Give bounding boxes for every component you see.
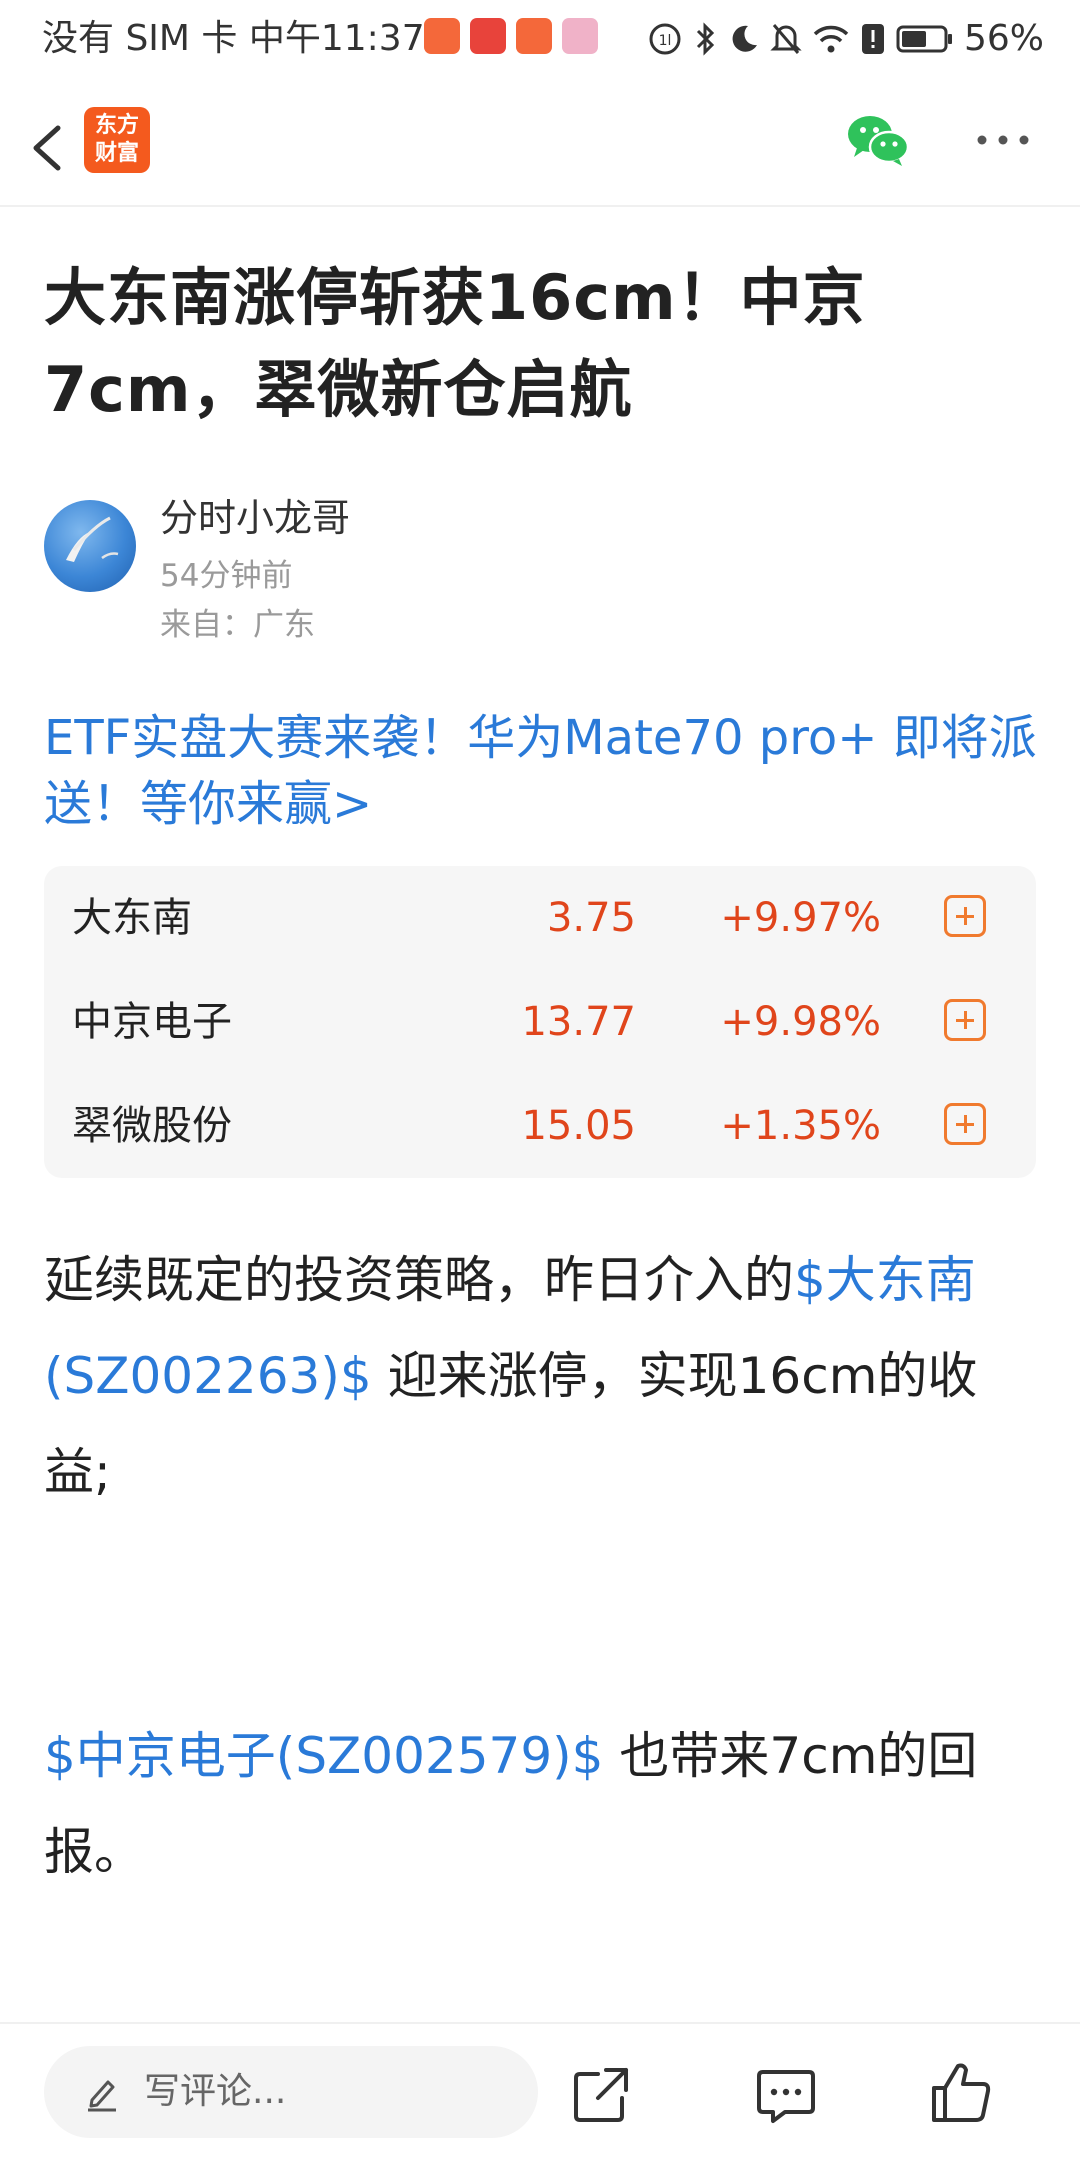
pencil-icon xyxy=(88,2080,116,2112)
comment-bubble-icon xyxy=(757,2070,815,2123)
stock-row[interactable]: 中京电子 13.77 +9.98% xyxy=(44,970,1036,1074)
stock-price: 15.05 xyxy=(521,1103,636,1149)
share-icon xyxy=(574,2068,628,2122)
wechat-icon xyxy=(848,116,910,166)
comment-input[interactable]: 写评论... xyxy=(44,2046,538,2138)
comment-placeholder: 写评论... xyxy=(144,2071,287,2112)
do-not-disturb-moon-icon xyxy=(732,25,757,52)
more-dots-icon xyxy=(977,135,1029,145)
bottom-action-bar: 写评论... xyxy=(0,2022,1080,2162)
status-bar: 没有 SIM 卡 中午11:37 1l 56% xyxy=(0,0,1080,80)
stock-change-percent: +9.98% xyxy=(720,999,881,1045)
share-button[interactable] xyxy=(570,2064,632,2126)
game-notification-icon xyxy=(562,18,598,54)
thumbs-up-icon xyxy=(932,2063,991,2122)
more-options-button[interactable] xyxy=(975,130,1031,150)
post-time: 54分钟前 xyxy=(160,558,293,594)
battery-icon xyxy=(896,25,952,53)
stock-mention-link[interactable]: $中京电子(SZ002579)$ xyxy=(44,1727,604,1785)
stock-change-percent: +1.35% xyxy=(720,1103,881,1149)
brand-logo-line1: 东方 xyxy=(94,113,139,138)
stock-name: 中京电子 xyxy=(72,999,232,1045)
brand-logo-line2: 财富 xyxy=(94,141,139,166)
bluetooth-icon xyxy=(696,22,715,56)
svg-text:1l: 1l xyxy=(659,33,672,49)
stock-price: 3.75 xyxy=(546,895,636,941)
status-carrier-time: 没有 SIM 卡 中午11:37 xyxy=(42,18,425,59)
wechat-share-button[interactable] xyxy=(845,110,911,170)
author-name[interactable]: 分时小龙哥 xyxy=(160,490,350,546)
hd-call-icon: 1l xyxy=(649,23,681,55)
add-to-watchlist-button[interactable] xyxy=(944,895,986,937)
like-button[interactable] xyxy=(928,2060,994,2126)
app-notification-icon xyxy=(516,18,552,54)
author-avatar[interactable] xyxy=(44,500,136,592)
body-paragraph: 延续既定的投资策略，昨日介入的$大东南(SZ002263)$ 迎来涨停，实现16… xyxy=(44,1232,1044,1520)
back-button[interactable] xyxy=(20,110,80,185)
mute-bell-icon xyxy=(770,24,802,54)
status-indicators: 1l 56% xyxy=(648,14,1044,64)
body-paragraph: $中京电子(SZ002579)$ 也带来7cm的回报。 xyxy=(44,1708,1044,1900)
wifi-icon xyxy=(813,25,849,53)
stock-price: 13.77 xyxy=(521,999,636,1045)
post-location: 来自：广东 xyxy=(160,607,315,643)
stock-change-percent: +9.97% xyxy=(720,895,881,941)
stock-name: 翠微股份 xyxy=(72,1103,232,1149)
article-title: 大东南涨停斩获16cm！中京7cm，翠微新仓启航 xyxy=(44,261,866,426)
stock-row[interactable]: 大东南 3.75 +9.97% xyxy=(44,866,1036,970)
nav-bar: 东方 财富 xyxy=(0,90,1080,207)
eastmoney-logo: 东方 财富 xyxy=(84,107,150,173)
related-stocks-card: 大东南 3.75 +9.97% 中京电子 13.77 +9.98% 翠微股份 1… xyxy=(44,866,1036,1178)
promo-banner-link[interactable]: ETF实盘大赛来袭！华为Mate70 pro+ 即将派送！等你来赢> xyxy=(44,705,1044,837)
stock-name: 大东南 xyxy=(72,895,192,941)
comments-button[interactable] xyxy=(755,2064,817,2126)
add-to-watchlist-button[interactable] xyxy=(944,1103,986,1145)
chevron-left-icon xyxy=(33,125,61,171)
add-to-watchlist-button[interactable] xyxy=(944,999,986,1041)
stock-row[interactable]: 翠微股份 15.05 +1.35% xyxy=(44,1074,1036,1178)
app-notification-icon xyxy=(424,18,460,54)
sim-alert-icon xyxy=(861,24,884,54)
body-text: 延续既定的投资策略，昨日介入的 xyxy=(44,1251,794,1309)
avatar-image xyxy=(66,516,119,562)
battery-percent: 56% xyxy=(963,18,1044,59)
huawei-mall-notification-icon xyxy=(470,18,506,54)
